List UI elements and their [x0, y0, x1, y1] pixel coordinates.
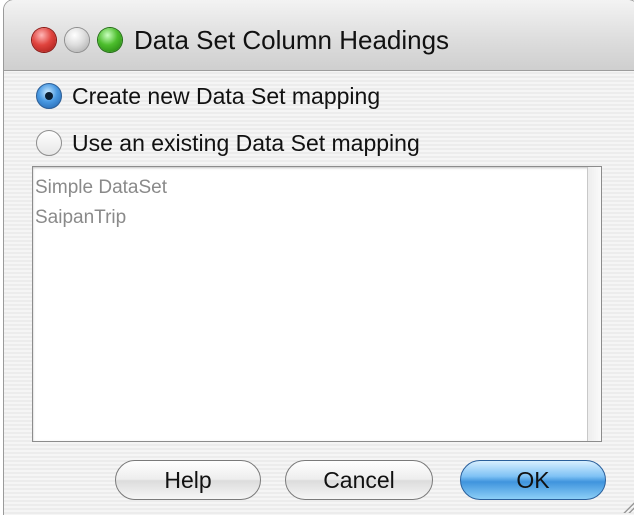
help-button[interactable]: Help — [115, 460, 261, 500]
window-title: Data Set Column Headings — [134, 25, 450, 55]
dataset-mapping-list[interactable]: Simple DataSet SaipanTrip — [32, 166, 602, 442]
title-bar[interactable]: Data Set Column Headings — [4, 0, 634, 71]
radio-create-new-label[interactable]: Create new Data Set mapping — [72, 83, 380, 110]
radio-create-new[interactable]: Create new Data Set mapping — [36, 78, 380, 114]
zoom-window-icon[interactable] — [98, 28, 122, 52]
radio-use-existing[interactable]: Use an existing Data Set mapping — [36, 125, 420, 161]
cancel-button[interactable]: Cancel — [285, 460, 433, 500]
radio-use-existing-label[interactable]: Use an existing Data Set mapping — [72, 130, 420, 157]
list-item[interactable]: SaipanTrip — [33, 203, 601, 233]
ok-button[interactable]: OK — [460, 460, 606, 500]
vertical-scrollbar[interactable] — [587, 167, 601, 441]
radio-unchecked-icon[interactable] — [36, 130, 62, 156]
resize-grip-icon[interactable] — [622, 499, 634, 513]
list-items-container: Simple DataSet SaipanTrip — [33, 167, 601, 233]
dialog-window: Data Set Column Headings Create new Data… — [4, 0, 634, 515]
close-window-icon[interactable] — [32, 28, 56, 52]
list-item[interactable]: Simple DataSet — [33, 173, 601, 203]
minimize-window-icon[interactable] — [65, 28, 89, 52]
radio-checked-icon[interactable] — [36, 83, 62, 109]
